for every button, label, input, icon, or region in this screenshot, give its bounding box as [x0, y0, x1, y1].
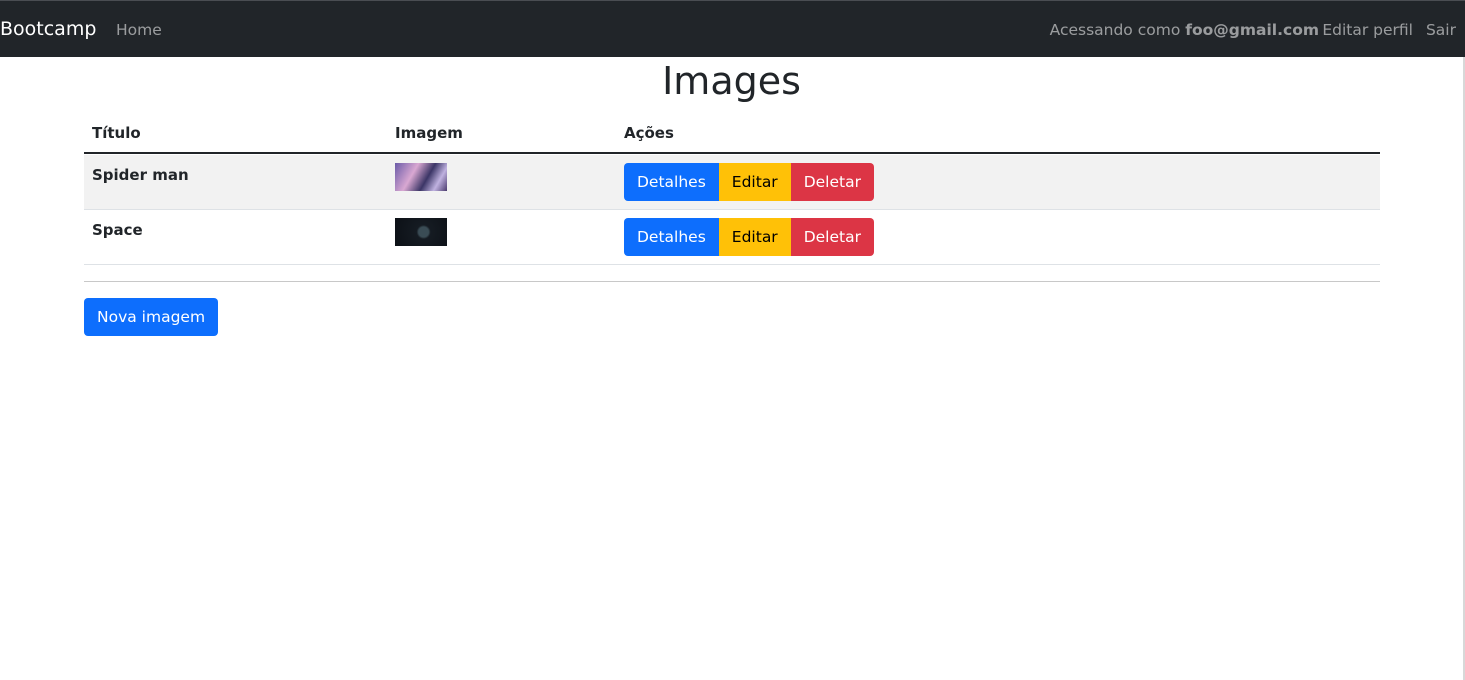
table-header: Título Imagem Ações: [84, 118, 1380, 154]
divider: [84, 281, 1380, 282]
nav-home-link[interactable]: Home: [116, 20, 162, 40]
details-button[interactable]: Detalhes: [624, 218, 719, 256]
details-button[interactable]: Detalhes: [624, 163, 719, 201]
delete-button[interactable]: Deletar: [790, 218, 874, 256]
edit-button[interactable]: Editar: [718, 163, 791, 201]
row-title: Space: [92, 221, 143, 239]
user-email: foo@gmail.com: [1185, 21, 1319, 39]
logged-in-prefix: Acessando como: [1049, 21, 1181, 39]
table-row: Space Detalhes Editar Deletar: [84, 210, 1380, 265]
logout-link[interactable]: Sair: [1426, 20, 1456, 40]
logged-in-user: Acessando como foo@gmail.com: [1050, 20, 1319, 40]
row-actions: Detalhes Editar Deletar: [624, 163, 874, 201]
navbar: Bootcamp Home Acessando como foo@gmail.c…: [0, 0, 1465, 57]
row-title: Spider man: [92, 166, 189, 184]
brand-link[interactable]: Bootcamp: [0, 18, 96, 40]
new-image-button[interactable]: Nova imagem: [84, 298, 219, 336]
table-row: Spider man Detalhes Editar Deletar: [84, 155, 1380, 210]
spider-man-thumbnail: [395, 163, 447, 191]
space-thumbnail: [395, 218, 447, 246]
column-header-image: Imagem: [395, 124, 463, 142]
column-header-title: Título: [92, 124, 141, 142]
edit-profile-link[interactable]: Editar perfil: [1322, 20, 1413, 40]
page-title: Images: [662, 59, 801, 103]
column-header-actions: Ações: [624, 124, 674, 142]
row-actions: Detalhes Editar Deletar: [624, 218, 874, 256]
edit-button[interactable]: Editar: [718, 218, 791, 256]
delete-button[interactable]: Deletar: [790, 163, 874, 201]
